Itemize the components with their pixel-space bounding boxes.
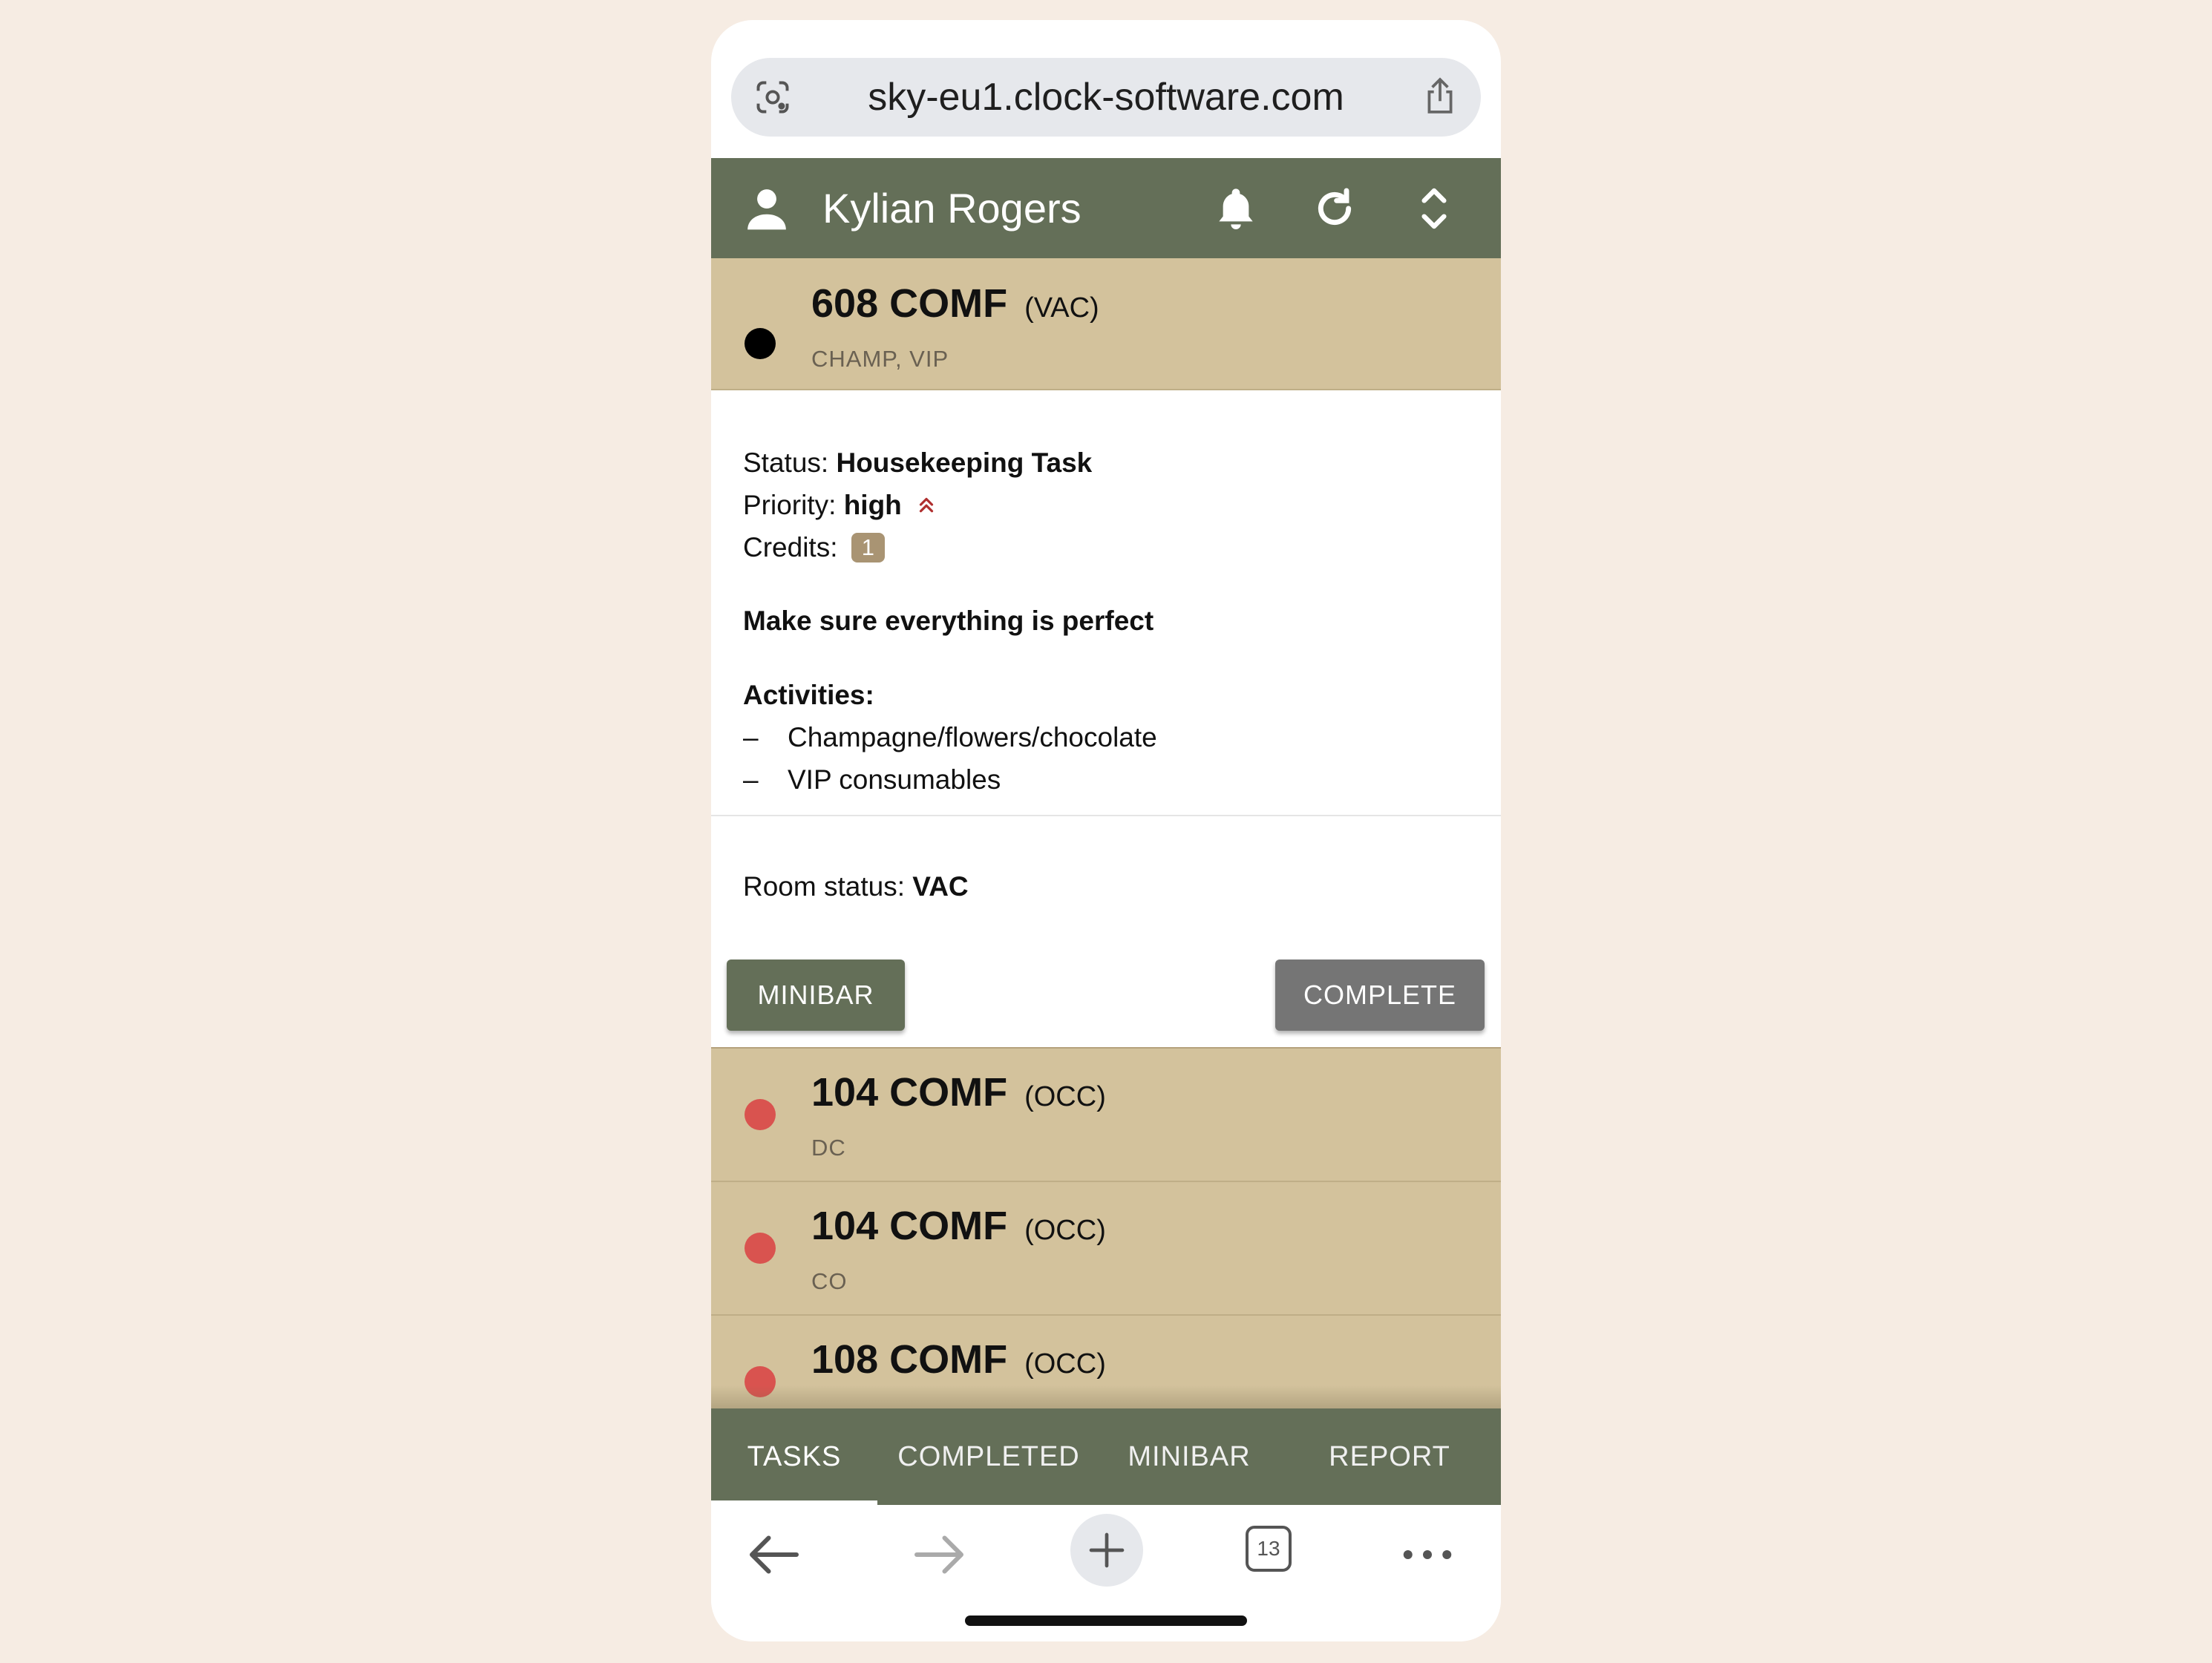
address-bar[interactable]: sky-eu1.clock-software.com: [731, 58, 1481, 137]
activity-text: Champagne/flowers/chocolate: [788, 722, 1157, 752]
plus-icon: [1089, 1532, 1125, 1568]
activities-heading: Activities:: [743, 680, 874, 711]
bottom-nav: TASKS COMPLETED MINIBAR REPORT: [711, 1408, 1501, 1505]
priority-label: Priority:: [743, 490, 837, 520]
share-icon[interactable]: [1421, 76, 1459, 117]
url-text[interactable]: sky-eu1.clock-software.com: [731, 58, 1481, 137]
task-room: 108 COMF: [811, 1337, 1008, 1382]
activity-item: – VIP consumables: [743, 764, 1001, 795]
task-tags: DC: [811, 1135, 846, 1161]
status-value: Housekeeping Task: [836, 447, 1093, 478]
app-header: Kylian Rogers: [711, 158, 1501, 258]
more-options-icon[interactable]: [1394, 1521, 1461, 1588]
room-status-label: Room status:: [743, 871, 905, 902]
room-status-line: Room status: VAC: [743, 871, 969, 902]
activity-item: – Champagne/flowers/chocolate: [743, 722, 1157, 752]
home-indicator[interactable]: [965, 1616, 1247, 1626]
minibar-button[interactable]: MINIBAR: [727, 960, 905, 1031]
divider: [711, 815, 1501, 816]
refresh-icon[interactable]: [1311, 185, 1358, 232]
task-room-status: (OCC): [1024, 1215, 1106, 1246]
task-status-dot: [745, 1233, 776, 1264]
task-room-status: (OCC): [1024, 1081, 1106, 1112]
task-title: 104 COMF (OCC): [811, 1203, 1106, 1249]
new-tab-button[interactable]: [1070, 1514, 1143, 1587]
task-status-dot: [745, 328, 776, 359]
tab-minibar[interactable]: MINIBAR: [1100, 1408, 1278, 1505]
complete-button[interactable]: COMPLETE: [1275, 960, 1485, 1031]
expand-collapse-icon[interactable]: [1410, 185, 1458, 232]
tab-count: 13: [1257, 1537, 1280, 1560]
credits-label: Credits:: [743, 532, 838, 562]
task-room: 608 COMF: [811, 281, 1008, 326]
forward-arrow-icon[interactable]: [906, 1521, 972, 1588]
task-room-status: (OCC): [1024, 1348, 1106, 1380]
current-task-row[interactable]: 608 COMF (VAC) CHAMP, VIP: [711, 258, 1501, 390]
user-icon: [747, 189, 786, 230]
activities-label: Activities:: [743, 680, 874, 710]
task-note-text: Make sure everything is perfect: [743, 606, 1154, 636]
activity-text: VIP consumables: [788, 764, 1001, 795]
status-line: Status: Housekeeping Task: [743, 447, 1092, 479]
credits-badge: 1: [851, 533, 886, 562]
priority-value: high: [843, 490, 902, 520]
task-note: Make sure everything is perfect: [743, 606, 1154, 637]
task-status-dot: [745, 1099, 776, 1130]
back-arrow-icon[interactable]: [741, 1521, 808, 1588]
tab-tasks[interactable]: TASKS: [711, 1408, 877, 1505]
task-row[interactable]: 104 COMF (OCC) DC: [711, 1049, 1501, 1182]
task-title: 108 COMF (OCC): [811, 1336, 1106, 1382]
credits-line: Credits: 1: [743, 532, 886, 563]
task-room-status: (VAC): [1024, 292, 1099, 324]
tab-switcher-button[interactable]: 13: [1246, 1526, 1292, 1572]
tab-report[interactable]: REPORT: [1278, 1408, 1501, 1505]
task-detail-panel: Status: Housekeeping Task Priority: high…: [711, 390, 1501, 1049]
user-name: Kylian Rogers: [822, 185, 1082, 232]
tab-completed[interactable]: COMPLETED: [877, 1408, 1100, 1505]
bell-icon[interactable]: [1212, 185, 1260, 232]
task-room: 104 COMF: [811, 1204, 1008, 1248]
task-tags: CO: [811, 1268, 848, 1294]
phone-screen: sky-eu1.clock-software.com Kylian Rogers: [711, 20, 1501, 1641]
task-title: 608 COMF (VAC): [811, 281, 1099, 327]
task-row[interactable]: 104 COMF (OCC) CO: [711, 1182, 1501, 1316]
task-title: 104 COMF (OCC): [811, 1069, 1106, 1115]
status-label: Status:: [743, 447, 829, 478]
room-status-value: VAC: [912, 871, 969, 902]
task-tags: CHAMP, VIP: [811, 346, 949, 372]
task-room: 104 COMF: [811, 1070, 1008, 1115]
priority-high-icon: [919, 497, 934, 513]
scroll-shadow: [711, 1385, 1501, 1408]
priority-line: Priority: high: [743, 490, 938, 521]
